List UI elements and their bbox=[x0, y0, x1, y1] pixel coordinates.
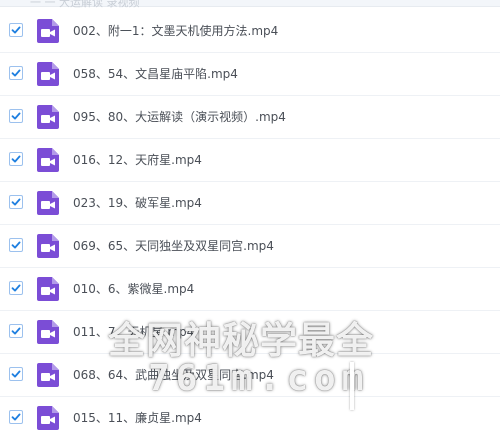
checkbox[interactable] bbox=[9, 410, 23, 424]
list-item[interactable]: 015、11、廉贞星.mp4 bbox=[0, 397, 500, 430]
file-name[interactable]: 058、54、文昌星庙平陷.mp4 bbox=[73, 65, 238, 82]
checkbox[interactable] bbox=[9, 66, 23, 80]
list-item[interactable]: 002、附一1：文墨天机使用方法.mp4 bbox=[0, 10, 500, 53]
file-name[interactable]: 015、11、廉贞星.mp4 bbox=[73, 409, 202, 426]
file-name[interactable]: 068、64、武曲独坐及双星同宫.mp4 bbox=[73, 366, 274, 383]
file-name[interactable]: 011、7、天机星.mp4 bbox=[73, 323, 194, 340]
list-item[interactable]: 058、54、文昌星庙平陷.mp4 bbox=[0, 53, 500, 96]
video-file-icon bbox=[37, 148, 59, 172]
list-item[interactable]: 095、80、大运解读（演示视频）.mp4 bbox=[0, 96, 500, 139]
video-file-icon bbox=[37, 234, 59, 258]
checkbox[interactable] bbox=[9, 109, 23, 123]
checkbox[interactable] bbox=[9, 195, 23, 209]
video-file-icon bbox=[37, 62, 59, 86]
video-file-icon bbox=[37, 105, 59, 129]
file-name[interactable]: 023、19、破军星.mp4 bbox=[73, 194, 202, 211]
checkbox[interactable] bbox=[9, 152, 23, 166]
file-name[interactable]: 016、12、天府星.mp4 bbox=[73, 151, 202, 168]
file-name[interactable]: 069、65、天同独坐及双星同宫.mp4 bbox=[73, 237, 274, 254]
top-strip: 一 一 大运解读 录视频 bbox=[0, 0, 500, 9]
list-item[interactable]: 069、65、天同独坐及双星同宫.mp4 bbox=[0, 225, 500, 268]
list-item[interactable]: 011、7、天机星.mp4 bbox=[0, 311, 500, 354]
video-file-icon bbox=[37, 277, 59, 301]
checkbox[interactable] bbox=[9, 238, 23, 252]
file-name[interactable]: 010、6、紫微星.mp4 bbox=[73, 280, 194, 297]
list-item[interactable]: 016、12、天府星.mp4 bbox=[0, 139, 500, 182]
video-file-icon bbox=[37, 19, 59, 43]
file-list: 002、附一1：文墨天机使用方法.mp4 058、54、文昌星庙平陷.mp4 0… bbox=[0, 10, 500, 430]
checkbox[interactable] bbox=[9, 324, 23, 338]
video-file-icon bbox=[37, 363, 59, 387]
list-item[interactable]: 068、64、武曲独坐及双星同宫.mp4 bbox=[0, 354, 500, 397]
partial-header-text: 一 一 大运解读 录视频 bbox=[30, 0, 140, 9]
video-file-icon bbox=[37, 406, 59, 430]
checkbox[interactable] bbox=[9, 367, 23, 381]
video-file-icon bbox=[37, 320, 59, 344]
file-name[interactable]: 095、80、大运解读（演示视频）.mp4 bbox=[73, 108, 286, 125]
file-list-window: 一 一 大运解读 录视频 002、附一1：文墨天机使用方法.mp4 058、54… bbox=[0, 0, 500, 430]
file-name[interactable]: 002、附一1：文墨天机使用方法.mp4 bbox=[73, 22, 278, 39]
checkbox[interactable] bbox=[9, 281, 23, 295]
checkbox[interactable] bbox=[9, 23, 23, 37]
video-file-icon bbox=[37, 191, 59, 215]
list-item[interactable]: 010、6、紫微星.mp4 bbox=[0, 268, 500, 311]
list-item[interactable]: 023、19、破军星.mp4 bbox=[0, 182, 500, 225]
